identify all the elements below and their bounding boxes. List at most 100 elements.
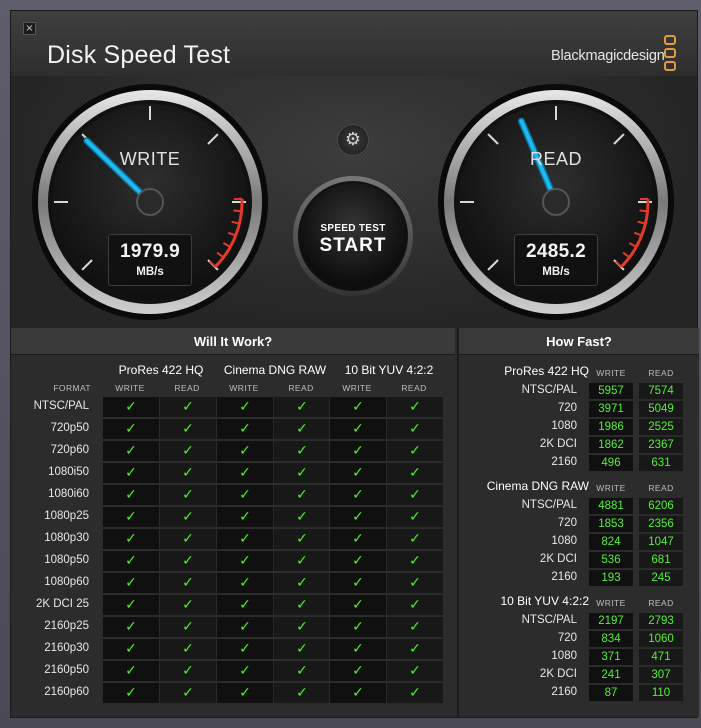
- compat-cell: ✓: [159, 595, 216, 616]
- checkmark-icon: ✓: [182, 597, 194, 613]
- write-gauge: WRITE 1979.9 MB/s: [30, 82, 270, 322]
- format-label: 2K DCI 25: [35, 598, 89, 610]
- write-column-label: WRITE: [596, 598, 626, 608]
- how-fast-format: 720: [557, 632, 577, 644]
- write-speed-cell: 1986: [589, 419, 633, 436]
- compat-cell: ✓: [216, 573, 273, 594]
- checkmark-icon: ✓: [239, 421, 251, 437]
- write-speed-cell: 496: [589, 455, 633, 472]
- format-label: 1080p25: [44, 510, 89, 522]
- how-fast-format: 720: [557, 402, 577, 414]
- compat-cell: ✓: [329, 573, 386, 594]
- checkmark-icon: ✓: [125, 685, 137, 701]
- settings-button[interactable]: ⚙: [337, 124, 369, 156]
- compat-cell: ✓: [329, 617, 386, 638]
- compat-cell: ✓: [329, 485, 386, 506]
- how-fast-title: How Fast?: [459, 328, 699, 355]
- write-speed-cell: 193: [589, 570, 633, 587]
- checkmark-icon: ✓: [125, 509, 137, 525]
- checkmark-icon: ✓: [125, 399, 137, 415]
- checkmark-icon: ✓: [296, 663, 308, 679]
- checkmark-icon: ✓: [409, 641, 421, 657]
- checkmark-icon: ✓: [239, 531, 251, 547]
- write-readout: 1979.9 MB/s: [108, 234, 192, 286]
- compat-cell: ✓: [329, 529, 386, 550]
- compat-cell: ✓: [386, 419, 443, 440]
- codec-header: ProRes 422 HQ: [118, 363, 204, 377]
- compat-cell: ✓: [159, 485, 216, 506]
- compat-cell: ✓: [102, 485, 159, 506]
- checkmark-icon: ✓: [352, 531, 364, 547]
- checkmark-icon: ✓: [352, 575, 364, 591]
- compat-cell: ✓: [159, 507, 216, 528]
- compat-cell: ✓: [102, 551, 159, 572]
- checkmark-icon: ✓: [296, 487, 308, 503]
- read-column-label: READ: [648, 368, 674, 378]
- checkmark-icon: ✓: [296, 685, 308, 701]
- checkmark-icon: ✓: [182, 663, 194, 679]
- checkmark-icon: ✓: [296, 443, 308, 459]
- start-button[interactable]: SPEED TEST START: [298, 181, 408, 291]
- read-speed-cell: 307: [639, 667, 683, 684]
- read-speed-cell: 1060: [639, 631, 683, 648]
- compat-cell: ✓: [329, 397, 386, 418]
- compat-cell: ✓: [386, 639, 443, 660]
- checkmark-icon: ✓: [296, 619, 308, 635]
- checkmark-icon: ✓: [182, 619, 194, 635]
- close-button[interactable]: ×: [23, 22, 36, 35]
- compat-cell: ✓: [273, 397, 330, 418]
- compat-cell: ✓: [159, 683, 216, 704]
- read-speed-value: 2485.2: [526, 241, 586, 262]
- compat-cell: ✓: [273, 573, 330, 594]
- compat-cell: ✓: [329, 639, 386, 660]
- start-button-bezel: SPEED TEST START: [293, 176, 413, 296]
- checkmark-icon: ✓: [409, 487, 421, 503]
- write-speed-cell: 2197: [589, 613, 633, 630]
- checkmark-icon: ✓: [125, 465, 137, 481]
- gear-icon: ⚙: [344, 129, 362, 150]
- write-column-label: WRITE: [596, 368, 626, 378]
- checkmark-icon: ✓: [239, 509, 251, 525]
- checkmark-icon: ✓: [296, 399, 308, 415]
- checkmark-icon: ✓: [239, 619, 251, 635]
- compat-cell: ✓: [329, 551, 386, 572]
- checkmark-icon: ✓: [182, 641, 194, 657]
- compat-cell: ✓: [273, 617, 330, 638]
- write-speed-cell: 1862: [589, 437, 633, 454]
- how-fast-format: 1080: [551, 420, 577, 432]
- read-speed-cell: 1047: [639, 534, 683, 551]
- how-fast-codec: ProRes 422 HQ: [504, 364, 589, 378]
- compat-cell: ✓: [216, 661, 273, 682]
- compat-cell: ✓: [273, 507, 330, 528]
- checkmark-icon: ✓: [239, 553, 251, 569]
- checkmark-icon: ✓: [296, 465, 308, 481]
- read-speed-cell: 110: [639, 685, 683, 702]
- write-speed-cell: 87: [589, 685, 633, 702]
- format-label: 2160p30: [44, 642, 89, 654]
- gauge-redline-tick: [639, 209, 648, 213]
- read-speed-unit: MB/s: [542, 266, 570, 278]
- compat-cell: ✓: [273, 639, 330, 660]
- checkmark-icon: ✓: [182, 509, 194, 525]
- compat-cell: ✓: [159, 639, 216, 660]
- write-dial: [32, 84, 268, 320]
- compat-cell: ✓: [102, 397, 159, 418]
- checkmark-icon: ✓: [296, 421, 308, 437]
- compat-cell: ✓: [386, 617, 443, 638]
- checkmark-icon: ✓: [125, 619, 137, 635]
- compat-cell: ✓: [159, 397, 216, 418]
- format-label: 1080i50: [48, 466, 89, 478]
- checkmark-icon: ✓: [125, 531, 137, 547]
- checkmark-icon: ✓: [352, 663, 364, 679]
- format-label: 2160p50: [44, 664, 89, 676]
- compat-cell: ✓: [159, 617, 216, 638]
- brand-name: Blackmagicdesign: [551, 48, 665, 64]
- checkmark-icon: ✓: [239, 685, 251, 701]
- checkmark-icon: ✓: [296, 641, 308, 657]
- checkmark-icon: ✓: [182, 553, 194, 569]
- read-speed-cell: 7574: [639, 383, 683, 400]
- compat-cell: ✓: [273, 595, 330, 616]
- checkmark-icon: ✓: [182, 399, 194, 415]
- compat-cell: ✓: [386, 529, 443, 550]
- format-label: 720p60: [50, 444, 89, 456]
